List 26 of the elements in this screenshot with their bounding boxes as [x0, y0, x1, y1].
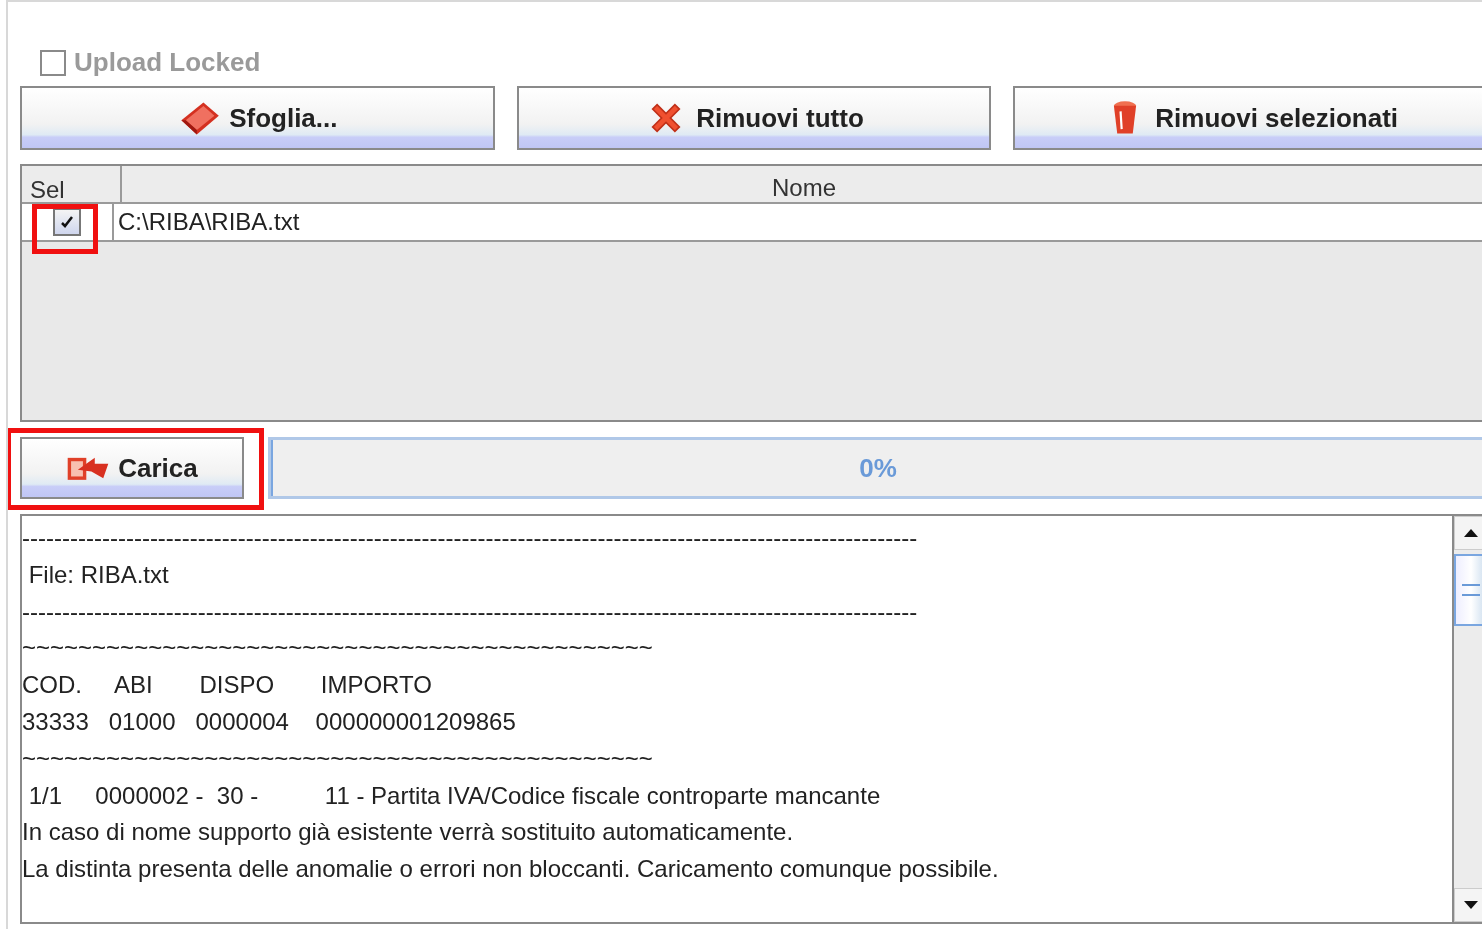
column-header[interactable]: Sel	[22, 166, 122, 202]
row-checkbox[interactable]	[53, 208, 81, 236]
scroll-down-button[interactable]	[1454, 888, 1482, 922]
log-line: ----------------------------------------------------------------------------------------------------------------	[22, 596, 919, 627]
check-icon	[59, 214, 75, 230]
log-line: File: RIBA.txt	[27, 559, 170, 590]
log-line: In caso di nome supporto già esistente verrà sostituito automaticamente.	[22, 817, 795, 848]
progress-reading: 0%	[859, 452, 897, 484]
log-line: 33333 01000 0000004 000000001209865	[22, 707, 517, 737]
column-header[interactable]: Nome	[122, 166, 1482, 202]
scroll-up-button[interactable]	[1454, 516, 1482, 550]
up-triangle-icon	[1463, 528, 1479, 538]
scroll-thumb[interactable]	[1454, 554, 1482, 626]
scrollbar[interactable]	[1452, 516, 1482, 922]
remove-all-button[interactable]: Rimuovi tutto	[516, 86, 992, 150]
log-line: ~~~~~~~~~~~~~~~~~~~~~~~~~~~~~~~~~~~~~~~~~~~~~	[22, 743, 654, 774]
log-line: La distinta presenta delle anomalie o errori non bloccanti. Caricamento comunque possibile.	[22, 854, 1000, 885]
log-line: ----------------------------------------------------------------------------------------------------------------	[22, 523, 919, 553]
log-line: ~~~~~~~~~~~~~~~~~~~~~~~~~~~~~~~~~~~~~~~~~~~~~	[22, 633, 654, 664]
log-line: 1/1 0000002 - 30 - 11 - Partita IVA/Codice fiscale controparte mancante	[27, 780, 882, 811]
upload-button[interactable]: Carica	[20, 437, 244, 499]
file-name-cell-text: C:\RIBA\RIBA.txt	[117, 207, 301, 237]
browse-button[interactable]: Sfoglia...	[20, 86, 495, 150]
remove-selected-button[interactable]: Rimuovi selezionati	[1013, 86, 1482, 150]
down-triangle-icon	[1463, 900, 1479, 910]
log-line: COD. ABI DISPO IMPORTO	[22, 670, 433, 701]
